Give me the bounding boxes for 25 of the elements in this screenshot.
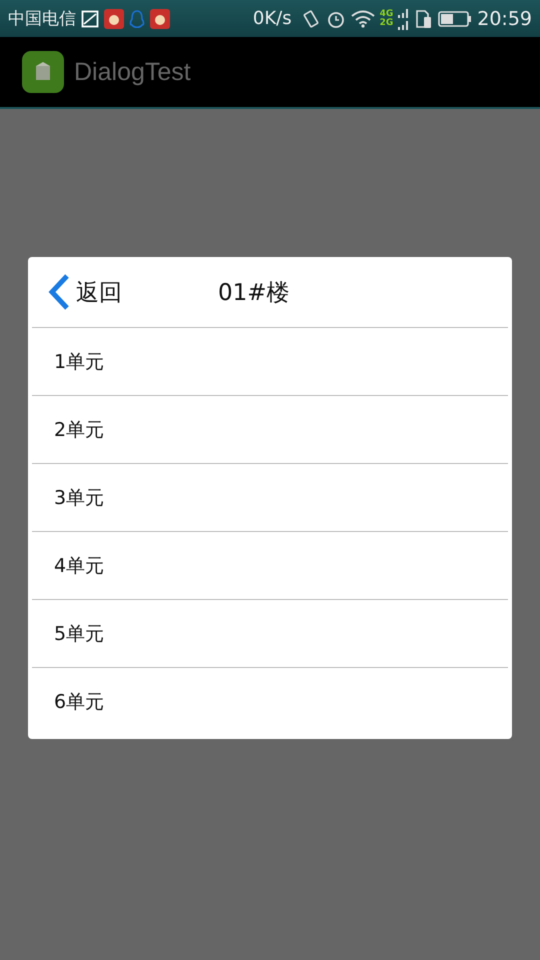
app-title: DialogTest — [74, 58, 191, 86]
network-type: 2G — [380, 18, 394, 28]
clock: 20:59 — [477, 8, 532, 30]
network-type: 4G — [380, 10, 394, 18]
app-icon — [150, 8, 170, 28]
app-icon — [104, 8, 124, 28]
list-item[interactable]: 5单元 — [32, 600, 508, 668]
list-item[interactable]: 2单元 — [32, 396, 508, 464]
list-item[interactable]: 4单元 — [32, 532, 508, 600]
list-item[interactable]: 3单元 — [32, 464, 508, 532]
wifi-icon — [350, 10, 375, 28]
dialog-title: 01#楼 — [218, 278, 290, 308]
app-icon — [22, 51, 64, 93]
vibrate-icon — [300, 8, 321, 28]
sim-card-icon — [415, 8, 434, 28]
list-item[interactable]: 1单元 — [32, 328, 508, 396]
back-button[interactable]: 返回 — [32, 273, 122, 311]
penguin-icon — [129, 8, 145, 28]
signal-icon — [398, 6, 410, 30]
carrier-name: 中国电信 — [8, 8, 76, 30]
list-item[interactable]: 6单元 — [32, 668, 508, 735]
image-icon — [81, 10, 99, 28]
network-speed: 0K/s — [252, 8, 292, 29]
battery-icon — [438, 10, 472, 26]
back-chevron-icon — [46, 273, 72, 311]
